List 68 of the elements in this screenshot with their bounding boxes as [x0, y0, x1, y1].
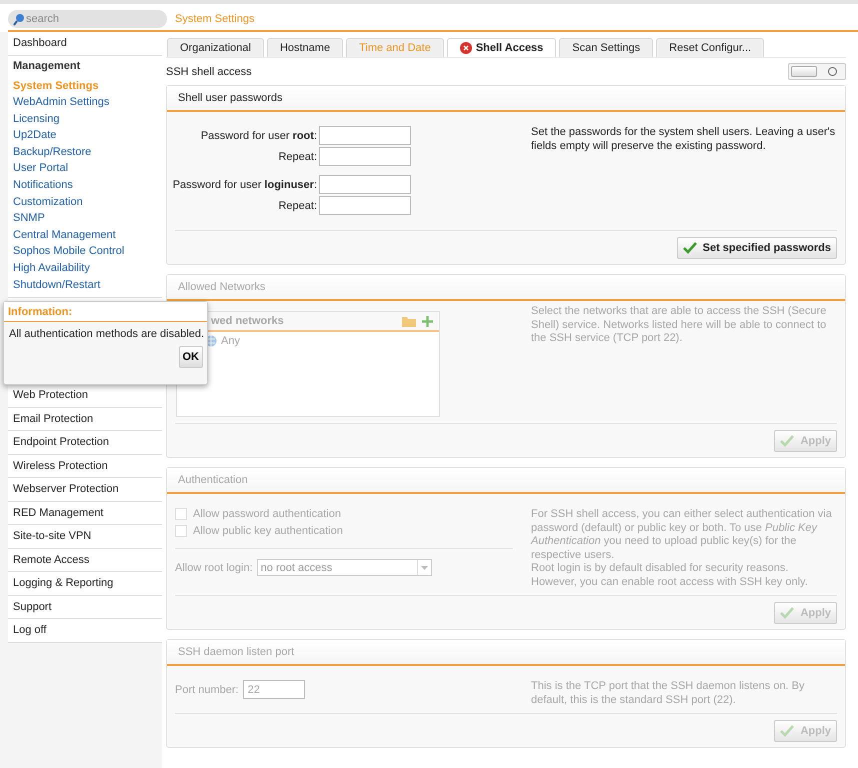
description-text: For SSH shell access, you can either select authentication via password (default) or public key or both. To use Public Key Authentication you need to upload public key(s) for the respective users. Root login is by default disabled for security reasons. However, you can enable root access with SSH key only.: [530, 508, 833, 589]
field-label: Port number:: [175, 684, 239, 696]
sidebar-group-title: Management: [12, 60, 82, 74]
checkmark-icon: [780, 607, 794, 619]
password-field[interactable]: [319, 196, 411, 215]
folder-icon[interactable]: [402, 316, 416, 326]
ok-button[interactable]: OK: [178, 346, 203, 368]
dialog-message: All authentication methods are disabled.: [8, 327, 206, 342]
password-field[interactable]: [319, 147, 411, 166]
panel-title: Shell user passwords: [178, 92, 283, 104]
field-label: Password for user root:: [200, 130, 317, 142]
panel-title: Allowed Networks: [178, 281, 266, 293]
caret-icon: [420, 566, 428, 570]
sidebar-item[interactable]: Log off: [8, 619, 162, 643]
sidebar-item[interactable]: Logging & Reporting: [8, 572, 162, 596]
setting-label: SSH shell access: [166, 66, 252, 78]
tab[interactable]: Scan Settings: [559, 38, 654, 57]
apply-button[interactable]: Set specified passwords: [676, 237, 837, 259]
sidebar-item[interactable]: Remote Access: [8, 548, 162, 572]
panel-title: SSH daemon listen port: [178, 646, 294, 658]
checkbox-label: Allow public key authentication: [193, 525, 343, 537]
field-label: Password for user loginuser:: [172, 178, 317, 190]
sidebar-item[interactable]: RED Management: [8, 502, 162, 526]
toggle-switch[interactable]: [788, 63, 846, 80]
password-field[interactable]: [319, 175, 411, 194]
panel-title: Authentication: [178, 474, 248, 486]
sidebar-link[interactable]: Up2Date: [8, 127, 162, 144]
description-text: This is the TCP port that the SSH daemon listens on. By default, this is the standard SSH port (22).: [530, 680, 806, 707]
sidebar-link[interactable]: WebAdmin Settings: [8, 94, 162, 111]
plus-icon[interactable]: [422, 316, 433, 326]
password-field[interactable]: [319, 126, 411, 145]
dialog-title: Information:: [4, 302, 207, 322]
sidebar-item[interactable]: Endpoint Protection: [8, 431, 162, 455]
sidebar-link[interactable]: Customization: [8, 194, 162, 210]
sidebar-item[interactable]: Webserver Protection: [8, 478, 162, 502]
list-title: wed networks: [211, 315, 284, 327]
tab[interactable]: Organizational: [167, 38, 264, 57]
tab[interactable]: Reset Configur...: [656, 38, 764, 57]
sidebar-link[interactable]: Licensing: [8, 110, 162, 128]
field-label: Allow root login:: [175, 562, 253, 574]
sidebar-item[interactable]: Email Protection: [8, 408, 162, 432]
error-icon: [460, 42, 472, 54]
sidebar-item[interactable]: Wireless Protection: [8, 454, 162, 478]
description-text: Set the passwords for the system shell users. Leaving a user's fields empty will preserve the existing password.: [530, 126, 836, 154]
sidebar-link[interactable]: Notifications: [8, 177, 162, 194]
sidebar-link[interactable]: Backup/Restore: [8, 144, 162, 160]
sidebar-item[interactable]: Dashboard: [8, 32, 162, 56]
checkmark-icon: [780, 435, 794, 447]
sidebar-link[interactable]: Central Management: [8, 226, 162, 244]
sidebar-link[interactable]: High Availability: [8, 260, 162, 277]
sidebar-link[interactable]: Sophos Mobile Control: [8, 243, 162, 260]
checkmark-icon: [780, 725, 794, 737]
sidebar-link[interactable]: Shutdown/Restart: [8, 276, 162, 294]
tab[interactable]: Shell Access: [446, 38, 556, 57]
field-label: Repeat:: [278, 150, 317, 162]
sidebar-item[interactable]: Support: [8, 596, 162, 620]
sidebar-link[interactable]: User Portal: [8, 160, 162, 178]
search-icon: [13, 13, 25, 26]
sidebar-item[interactable]: Site-to-site VPN: [8, 525, 162, 549]
checkbox-label: Allow password authentication: [193, 508, 341, 520]
page-title: System Settings: [175, 13, 254, 25]
field-label: Repeat:: [278, 200, 317, 212]
tab[interactable]: Hostname: [266, 38, 344, 57]
description-text: Select the networks that are able to access the SSH (Secure Shell) service. Networks listed here will be able to connect to the SSH service (TCP port 22).: [530, 305, 828, 346]
sidebar-link[interactable]: SNMP: [8, 210, 162, 227]
checkmark-icon: [682, 242, 697, 254]
sidebar-item[interactable]: Web Protection: [8, 384, 162, 408]
search-field[interactable]: search: [8, 10, 167, 28]
